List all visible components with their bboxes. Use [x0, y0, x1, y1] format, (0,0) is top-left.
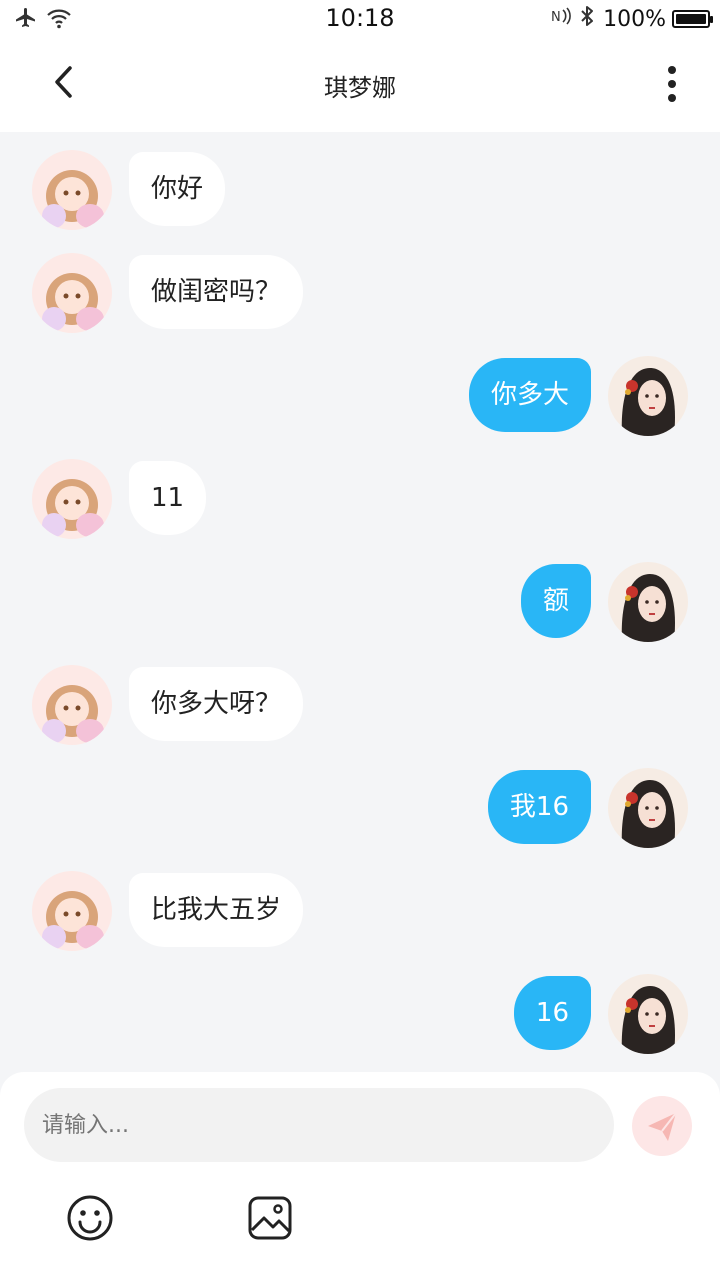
send-icon — [648, 1112, 677, 1141]
battery-icon — [672, 10, 713, 28]
message-row: 你好 — [0, 150, 720, 238]
status-bar: 10:18 N 100% — [0, 0, 720, 38]
message-bubble-received: 做闺密吗？ — [129, 255, 304, 329]
avatar-self[interactable] — [608, 562, 688, 642]
avatar-contact[interactable] — [32, 459, 112, 539]
message-bubble-sent: 我16 — [487, 770, 591, 844]
image-button[interactable] — [246, 1194, 294, 1242]
message-row: 16 — [0, 974, 720, 1062]
svg-text:N: N — [551, 10, 561, 25]
avatar-contact[interactable] — [32, 871, 112, 951]
message-input[interactable] — [24, 1088, 614, 1162]
message-bubble-received: 你多大呀？ — [129, 667, 304, 741]
message-row: 我16 — [0, 768, 720, 856]
message-bubble-received: 比我大五岁 — [129, 873, 304, 947]
avatar-self[interactable] — [608, 768, 688, 848]
message-list: 你好 做闺密吗？ 你多大 11 额 你多大呀？ 我16 比我大五岁 16 — [0, 132, 720, 1072]
avatar-contact[interactable] — [32, 150, 112, 230]
message-bubble-sent: 你多大 — [468, 358, 591, 432]
message-row: 11 — [0, 459, 720, 547]
emoji-button[interactable] — [66, 1194, 114, 1242]
message-bubble-received: 你好 — [129, 152, 226, 226]
send-button[interactable] — [632, 1096, 692, 1156]
page-title: 琪梦娜 — [324, 74, 396, 102]
message-bubble-received: 11 — [129, 461, 207, 535]
message-row: 额 — [0, 562, 720, 650]
message-row: 比我大五岁 — [0, 871, 720, 959]
battery-percent: 100% — [603, 6, 666, 32]
composer — [0, 1072, 720, 1280]
emoji-icon — [67, 1195, 113, 1241]
nfc-icon: N — [549, 5, 573, 33]
more-vertical-icon — [668, 66, 676, 102]
message-row: 你多大 — [0, 356, 720, 444]
more-button[interactable] — [652, 62, 692, 106]
message-row: 做闺密吗？ — [0, 253, 720, 341]
message-bubble-sent: 16 — [513, 976, 591, 1050]
message-row: 你多大呀？ — [0, 665, 720, 753]
avatar-self[interactable] — [608, 356, 688, 436]
chat-header: 琪梦娜 — [0, 38, 720, 132]
avatar-self[interactable] — [608, 974, 688, 1054]
avatar-contact[interactable] — [32, 253, 112, 333]
avatar-contact[interactable] — [32, 665, 112, 745]
image-icon — [248, 1196, 292, 1240]
bluetooth-icon — [579, 4, 597, 34]
message-bubble-sent: 额 — [520, 564, 591, 638]
battery-fill — [676, 14, 706, 24]
